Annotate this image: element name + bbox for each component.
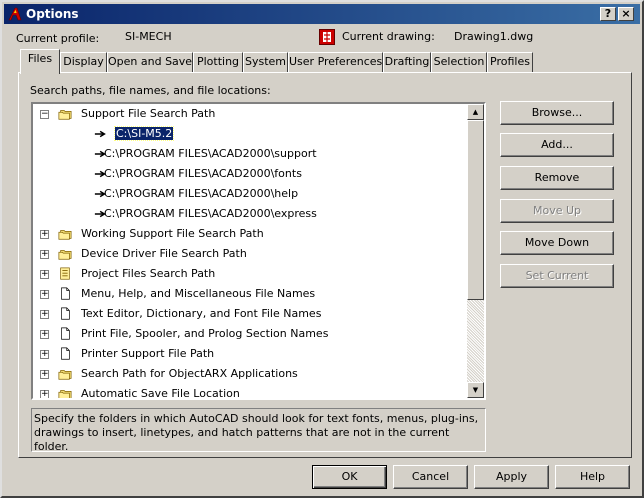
current-profile-value: SI-MECH: [125, 30, 172, 43]
expand-icon[interactable]: +: [40, 290, 49, 299]
tree-item-label: C:\PROGRAM FILES\ACAD2000\support: [104, 147, 317, 160]
vertical-scrollbar[interactable]: ▲ ▼: [467, 104, 484, 398]
remove-button[interactable]: Remove: [500, 166, 614, 190]
project-files-icon: [60, 267, 70, 280]
scroll-up-icon[interactable]: ▲: [467, 104, 484, 120]
collapse-icon[interactable]: −: [40, 110, 49, 119]
scroll-down-icon[interactable]: ▼: [467, 382, 484, 398]
tree-item-label: Text Editor, Dictionary, and Font File N…: [81, 307, 322, 320]
tree-path-item[interactable]: C:\PROGRAM FILES\ACAD2000\fonts: [33, 164, 467, 184]
expand-icon[interactable]: +: [40, 370, 49, 379]
expand-icon[interactable]: +: [40, 230, 49, 239]
title-bar[interactable]: Options ? ×: [4, 4, 640, 24]
tree-item-label: Automatic Save File Location: [81, 387, 240, 398]
tab-plotting[interactable]: Plotting: [193, 52, 243, 73]
tree-item-label: C:\PROGRAM FILES\ACAD2000\help: [104, 187, 299, 200]
arrow-right-icon: [94, 130, 106, 138]
window-title: Options: [26, 7, 79, 21]
tab-profiles[interactable]: Profiles: [487, 52, 533, 73]
expand-icon[interactable]: +: [40, 330, 49, 339]
tree-item-label: Menu, Help, and Miscellaneous File Names: [81, 287, 316, 300]
folder-stack-icon: [58, 230, 72, 240]
help-button[interactable]: Help: [555, 465, 630, 489]
tree-category-item[interactable]: + Text Editor, Dictionary, and Font File …: [33, 304, 467, 324]
move-down-button[interactable]: Move Down: [500, 231, 614, 255]
add-button[interactable]: Add...: [500, 133, 614, 157]
tree-item-label: Support File Search Path: [81, 107, 216, 120]
apply-button[interactable]: Apply: [474, 465, 549, 489]
tree-category-item[interactable]: + Project Files Search Path: [33, 264, 467, 284]
tree-item-label: Search Path for ObjectARX Applications: [81, 367, 298, 380]
scroll-thumb[interactable]: [467, 120, 484, 300]
tree-item-label: C:\PROGRAM FILES\ACAD2000\fonts: [104, 167, 302, 180]
tree-category-item[interactable]: + Automatic Save File Location: [33, 384, 467, 398]
tree-category-item[interactable]: + Menu, Help, and Miscellaneous File Name…: [33, 284, 467, 304]
options-dialog: Options ? × Current profile: SI-MECH Cur…: [0, 0, 644, 498]
description-box: Specify the folders in which AutoCAD sho…: [31, 408, 486, 453]
tree-category-item[interactable]: + Device Driver File Search Path: [33, 244, 467, 264]
current-drawing-value: Drawing1.dwg: [454, 30, 534, 43]
tree-path-item[interactable]: C:\PROGRAM FILES\ACAD2000\help: [33, 184, 467, 204]
expand-icon[interactable]: +: [40, 250, 49, 259]
tree-category-item[interactable]: + Search Path for ObjectARX Applications: [33, 364, 467, 384]
tree-item-label: Printer Support File Path: [81, 347, 215, 360]
tree-category-item[interactable]: + Printer Support File Path: [33, 344, 467, 364]
close-button[interactable]: ×: [618, 7, 634, 21]
folder-stack-icon: [58, 390, 72, 398]
document-icon: [61, 287, 70, 300]
tree-item-label: Device Driver File Search Path: [81, 247, 247, 260]
tab-open-and-save[interactable]: Open and Save: [107, 52, 193, 73]
folder-stack-icon: [58, 110, 72, 120]
tab-drafting[interactable]: Drafting: [383, 52, 431, 73]
folder-stack-icon: [58, 370, 72, 380]
cancel-button[interactable]: Cancel: [393, 465, 468, 489]
ok-button[interactable]: OK: [312, 465, 387, 489]
tree-category-item[interactable]: − Support File Search Path: [33, 104, 467, 124]
tree-path-item[interactable]: C:\PROGRAM FILES\ACAD2000\express: [33, 204, 467, 224]
document-icon: [61, 327, 70, 340]
expand-icon[interactable]: +: [40, 350, 49, 359]
expand-icon[interactable]: +: [40, 390, 49, 398]
tab-user-preferences[interactable]: User Preferences: [288, 52, 383, 73]
document-icon: [61, 347, 70, 360]
tab-system[interactable]: System: [243, 52, 288, 73]
folder-stack-icon: [58, 250, 72, 260]
document-icon: [61, 307, 70, 320]
set-current-button[interactable]: Set Current: [500, 264, 614, 288]
tab-files[interactable]: Files: [20, 49, 60, 74]
tree-category-item[interactable]: + Working Support File Search Path: [33, 224, 467, 244]
tab-display[interactable]: Display: [60, 52, 107, 73]
tree-item-label: Working Support File Search Path: [81, 227, 264, 240]
expand-icon[interactable]: +: [40, 270, 49, 279]
drawing-icon: [319, 29, 335, 45]
help-title-button[interactable]: ?: [600, 7, 616, 21]
tree-caption: Search paths, file names, and file locat…: [30, 84, 271, 97]
tree-path-item[interactable]: C:\PROGRAM FILES\ACAD2000\support: [33, 144, 467, 164]
tab-selection[interactable]: Selection: [431, 52, 487, 73]
current-drawing-label: Current drawing:: [342, 30, 435, 43]
expand-icon[interactable]: +: [40, 310, 49, 319]
tree-item-label: C:\SI-M5.2: [113, 126, 175, 141]
file-paths-tree[interactable]: − Support File Search Path C:\SI-M5.2 C:\PR…: [31, 102, 486, 400]
move-up-button[interactable]: Move Up: [500, 199, 614, 223]
tree-path-item[interactable]: C:\SI-M5.2: [33, 124, 467, 144]
tree-category-item[interactable]: + Print File, Spooler, and Prolog Section…: [33, 324, 467, 344]
tree-item-label: C:\PROGRAM FILES\ACAD2000\express: [104, 207, 317, 220]
current-profile-label: Current profile:: [16, 32, 100, 45]
browse-button[interactable]: Browse...: [500, 101, 614, 125]
autocad-app-icon: [8, 7, 22, 21]
tree-viewport: − Support File Search Path C:\SI-M5.2 C:\PR…: [33, 104, 467, 398]
tree-item-label: Project Files Search Path: [81, 267, 216, 280]
tree-item-label: Print File, Spooler, and Prolog Section …: [81, 327, 329, 340]
